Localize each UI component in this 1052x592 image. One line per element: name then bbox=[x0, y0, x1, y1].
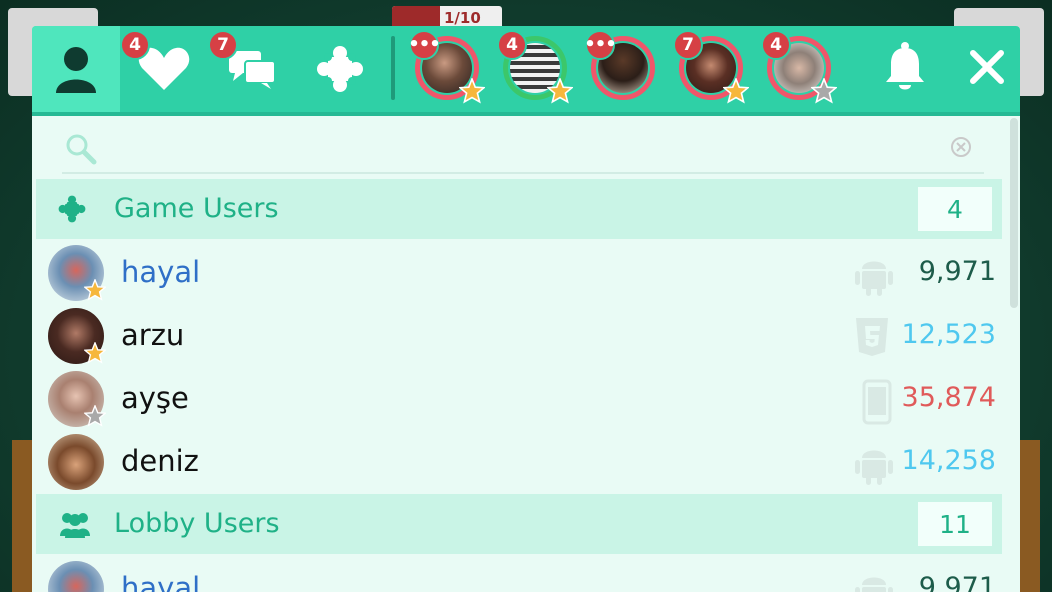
avatar bbox=[48, 561, 104, 592]
puzzle-icon bbox=[58, 195, 86, 223]
user-score: 12,523 bbox=[901, 319, 996, 350]
chat-avatar-2-badge: 4 bbox=[497, 30, 527, 60]
section-count: 11 bbox=[918, 502, 992, 546]
star-icon bbox=[811, 78, 837, 104]
search-icon bbox=[66, 134, 97, 165]
close-icon[interactable] bbox=[968, 48, 1006, 86]
avatar bbox=[48, 434, 104, 490]
chat-avatar-5[interactable]: 4 bbox=[761, 30, 837, 104]
user-score: 9,971 bbox=[918, 572, 996, 592]
section-count: 4 bbox=[918, 187, 992, 231]
user-name: ayşe bbox=[121, 381, 189, 415]
chat-avatar-4-badge: 7 bbox=[673, 30, 703, 60]
user-score: 9,971 bbox=[918, 256, 996, 287]
favorites-badge: 4 bbox=[120, 30, 150, 60]
star-icon bbox=[547, 78, 573, 104]
tab-profile[interactable] bbox=[32, 26, 120, 112]
user-score: 35,874 bbox=[901, 382, 996, 413]
user-name: deniz bbox=[121, 444, 199, 478]
bell-icon[interactable] bbox=[884, 42, 926, 92]
user-row-hayal-lobby[interactable]: hayal 9,971 bbox=[32, 557, 1020, 592]
star-icon bbox=[84, 342, 106, 364]
header-divider bbox=[391, 36, 395, 100]
chat-avatar-3-badge: ••• bbox=[584, 30, 617, 60]
messages-badge: 7 bbox=[208, 30, 238, 60]
html5-icon bbox=[856, 318, 888, 356]
chat-avatar-5-badge: 4 bbox=[761, 30, 791, 60]
search-bar bbox=[62, 122, 984, 174]
user-row-deniz[interactable]: deniz 14,258 bbox=[32, 430, 1020, 494]
star-icon bbox=[84, 279, 106, 301]
panel-header: 4 7 ••• 4 ••• 7 4 bbox=[32, 26, 1020, 112]
star-icon bbox=[459, 78, 485, 104]
android-icon bbox=[855, 261, 893, 296]
puzzle-icon bbox=[317, 46, 363, 92]
section-title: Lobby Users bbox=[114, 508, 280, 539]
user-icon bbox=[56, 47, 96, 93]
chat-avatar-3[interactable]: ••• bbox=[584, 30, 655, 100]
user-row-hayal[interactable]: hayal 9,971 bbox=[32, 241, 1020, 305]
android-icon bbox=[855, 577, 893, 592]
clear-search-icon[interactable] bbox=[950, 136, 972, 158]
user-name: hayal bbox=[121, 255, 201, 289]
search-input[interactable] bbox=[106, 130, 930, 166]
section-header-game-users[interactable]: Game Users 4 bbox=[36, 179, 1002, 239]
chat-avatar-4[interactable]: 7 bbox=[673, 30, 749, 104]
user-row-ayse[interactable]: ayşe 35,874 bbox=[32, 367, 1020, 431]
tab-messages[interactable]: 7 bbox=[208, 26, 296, 112]
user-name: arzu bbox=[121, 318, 185, 352]
scrollbar[interactable] bbox=[1010, 118, 1018, 308]
header-underline bbox=[32, 112, 1020, 116]
social-panel: 4 7 ••• 4 ••• 7 4 Game Users 4 hayal 9,9… bbox=[32, 26, 1020, 592]
chat-avatar-1[interactable]: ••• bbox=[408, 30, 485, 104]
mobile-icon bbox=[862, 379, 892, 425]
section-title: Game Users bbox=[114, 193, 279, 224]
section-header-lobby-users[interactable]: Lobby Users 11 bbox=[36, 494, 1002, 554]
android-icon bbox=[855, 450, 893, 485]
users-icon bbox=[60, 513, 90, 538]
chat-avatar-2[interactable]: 4 bbox=[497, 30, 573, 104]
chat-avatar-1-badge: ••• bbox=[408, 30, 441, 60]
tab-groups[interactable] bbox=[296, 26, 384, 112]
scoreboard-text: 1/10 bbox=[444, 9, 481, 27]
star-icon bbox=[84, 405, 106, 427]
user-score: 14,258 bbox=[901, 445, 996, 476]
user-name: hayal bbox=[121, 571, 201, 592]
user-row-arzu[interactable]: arzu 12,523 bbox=[32, 304, 1020, 368]
star-icon bbox=[723, 78, 749, 104]
tab-favorites[interactable]: 4 bbox=[120, 26, 208, 112]
